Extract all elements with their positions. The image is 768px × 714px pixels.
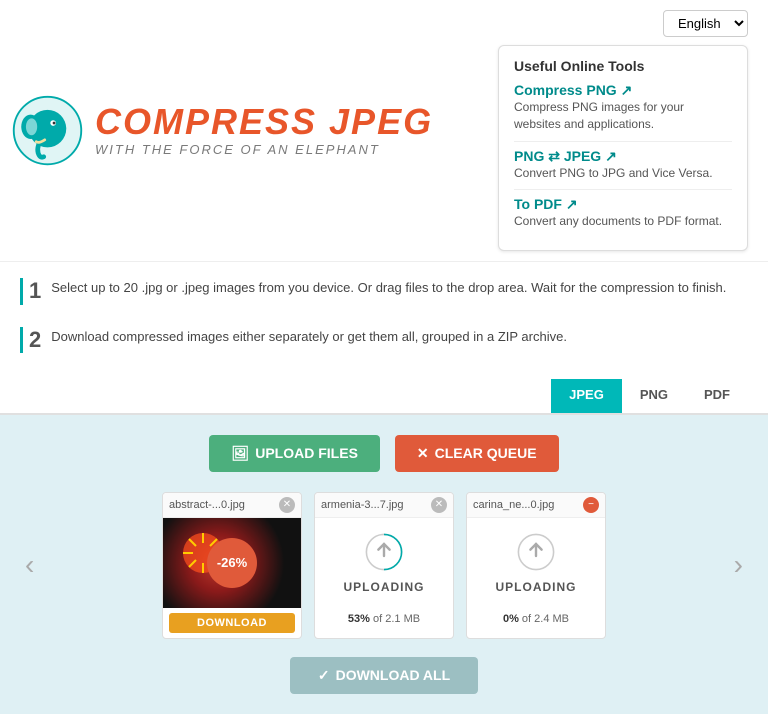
file-card-1-close[interactable]: ✕ — [431, 497, 447, 513]
logo-subtitle: WITH THE FORCE OF AN ELEPHANT — [95, 142, 433, 157]
compression-badge: -26% — [207, 538, 257, 588]
file-card-0-header: abstract-...0.jpg ✕ — [163, 493, 301, 518]
logo-area: COMPRESS JPEG WITH THE FORCE OF AN ELEPH… — [10, 93, 433, 168]
header-right: English Useful Online Tools Compress PNG… — [498, 10, 748, 251]
progress-text-2: 0% of 2.4 MB — [503, 613, 569, 625]
compress-png-link[interactable]: Compress PNG ↗ — [514, 82, 732, 99]
files-row: abstract-...0.jpg ✕ — [44, 492, 723, 639]
png-jpeg-link[interactable]: PNG ⇄ JPEG ↗ — [514, 148, 732, 165]
tab-png[interactable]: PNG — [622, 379, 686, 413]
file-card-1-body: UPLOADING — [315, 518, 453, 608]
tool-divider-1 — [514, 141, 732, 142]
uploading-icon-1 — [364, 532, 404, 572]
png-jpeg-desc: Convert PNG to JPG and Vice Versa. — [514, 165, 732, 182]
download-all-button[interactable]: ✓ DOWNLOAD ALL — [290, 657, 478, 694]
language-select[interactable]: English — [663, 10, 748, 37]
tool-divider-2 — [514, 189, 732, 190]
download-all-label: DOWNLOAD ALL — [336, 667, 451, 683]
steps-section: 1 Select up to 20 .jpg or .jpeg images f… — [0, 262, 768, 379]
file-card-0: abstract-...0.jpg ✕ — [162, 492, 302, 639]
step-2: 2 Download compressed images either sepa… — [20, 321, 748, 359]
upload-files-label: UPLOAD FILES — [255, 445, 358, 461]
uploading-icon-2 — [516, 532, 556, 572]
file-card-0-name: abstract-...0.jpg — [169, 499, 245, 511]
tab-pdf[interactable]: PDF — [686, 379, 748, 413]
elephant-logo-icon — [10, 93, 85, 168]
file-card-1-footer: 53% of 2.1 MB — [315, 608, 453, 630]
file-card-1: armenia-3...7.jpg ✕ UPLOADING 53% of 2.1… — [314, 492, 454, 639]
uploading-label-1: UPLOADING — [344, 580, 425, 594]
useful-tools-panel: Useful Online Tools Compress PNG ↗ Compr… — [498, 45, 748, 251]
step-2-text: Download compressed images either separa… — [51, 327, 567, 347]
to-pdf-desc: Convert any documents to PDF format. — [514, 213, 732, 230]
download-file-0-button[interactable]: DOWNLOAD — [169, 613, 295, 633]
clear-icon: ✕ — [417, 445, 429, 462]
progress-text-1: 53% of 2.1 MB — [348, 613, 420, 625]
steps-area: 1 Select up to 20 .jpg or .jpeg images f… — [20, 272, 748, 369]
step-1: 1 Select up to 20 .jpg or .jpeg images f… — [20, 272, 748, 310]
file-card-2-close[interactable]: − — [583, 497, 599, 513]
step-1-number: 1 — [20, 278, 41, 304]
uploading-label-2: UPLOADING — [496, 580, 577, 594]
file-card-0-body: -26% — [163, 518, 301, 608]
file-card-2-name: carina_ne...0.jpg — [473, 499, 554, 511]
upload-icon: 🖼 — [231, 445, 249, 462]
file-card-2-body: UPLOADING — [467, 518, 605, 608]
file-card-2-header: carina_ne...0.jpg − — [467, 493, 605, 518]
file-card-2: carina_ne...0.jpg − UPLOADING 0% of 2.4 … — [466, 492, 606, 639]
to-pdf-link[interactable]: To PDF ↗ — [514, 196, 732, 213]
file-card-1-name: armenia-3...7.jpg — [321, 499, 404, 511]
logo-title: COMPRESS JPEG — [95, 104, 433, 140]
file-card-1-header: armenia-3...7.jpg ✕ — [315, 493, 453, 518]
step-2-number: 2 — [20, 327, 41, 353]
logo-text-container: COMPRESS JPEG WITH THE FORCE OF AN ELEPH… — [95, 104, 433, 157]
step-1-text: Select up to 20 .jpg or .jpeg images fro… — [51, 278, 726, 298]
files-row-wrapper: ‹ abstract-...0.jpg ✕ — [20, 492, 748, 639]
tab-jpeg[interactable]: JPEG — [551, 379, 622, 413]
header: COMPRESS JPEG WITH THE FORCE OF AN ELEPH… — [0, 0, 768, 262]
file-card-0-close[interactable]: ✕ — [279, 497, 295, 513]
file-card-0-footer: DOWNLOAD — [163, 608, 301, 638]
upload-files-button[interactable]: 🖼 UPLOAD FILES — [209, 435, 379, 472]
next-arrow[interactable]: › — [729, 549, 748, 581]
download-all-check-icon: ✓ — [318, 667, 330, 684]
compress-png-desc: Compress PNG images for your websites an… — [514, 99, 732, 133]
clear-queue-label: CLEAR QUEUE — [435, 445, 537, 461]
upload-area: 🖼 UPLOAD FILES ✕ CLEAR QUEUE ‹ abstract-… — [0, 415, 768, 714]
tabs-bar: JPEG PNG PDF — [0, 379, 768, 415]
tools-panel-title: Useful Online Tools — [514, 58, 732, 74]
download-all-wrapper: ✓ DOWNLOAD ALL — [290, 657, 478, 694]
action-buttons: 🖼 UPLOAD FILES ✕ CLEAR QUEUE — [209, 435, 558, 472]
file-card-2-footer: 0% of 2.4 MB — [467, 608, 605, 630]
prev-arrow[interactable]: ‹ — [20, 549, 39, 581]
clear-queue-button[interactable]: ✕ CLEAR QUEUE — [395, 435, 559, 472]
